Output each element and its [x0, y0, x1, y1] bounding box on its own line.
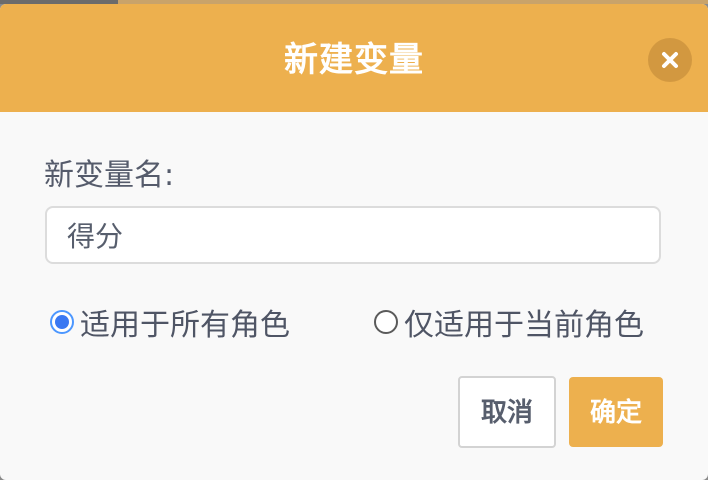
cancel-button[interactable]: 取消 [458, 376, 556, 448]
radio-all-sprites[interactable]: 适用于所有角色 [50, 300, 290, 344]
radio-all-sprites-label: 适用于所有角色 [80, 308, 290, 343]
radio-unchecked-icon [374, 310, 398, 334]
close-icon [662, 52, 678, 68]
dialog-title: 新建变量 [284, 40, 424, 80]
radio-this-sprite-only[interactable]: 仅适用于当前角色 [374, 300, 644, 344]
radio-this-sprite-only-label: 仅适用于当前角色 [404, 308, 644, 343]
variable-name-input[interactable] [45, 206, 661, 264]
variable-name-label: 新变量名: [44, 158, 175, 193]
ok-button[interactable]: 确定 [569, 377, 663, 447]
radio-checked-icon [50, 310, 74, 334]
new-variable-dialog: 新建变量 新变量名: 适用于所有角色 仅适用于当前角色 取消 确定 [0, 4, 708, 480]
close-button[interactable] [648, 38, 692, 82]
dialog-header: 新建变量 [0, 4, 708, 112]
